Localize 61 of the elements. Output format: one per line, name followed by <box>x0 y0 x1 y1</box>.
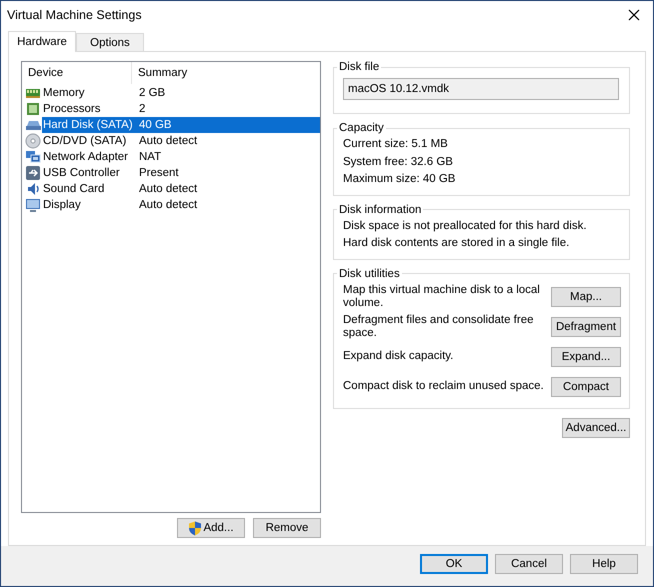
group-title: Capacity <box>339 122 384 134</box>
device-name: Memory <box>42 86 86 101</box>
device-summary: 40 GB <box>138 118 172 133</box>
action-description: Compact disk to reclaim unused space. <box>343 380 545 393</box>
action-button[interactable]: Compact <box>551 376 621 396</box>
device-row[interactable]: Hard Disk (SATA) 40 GB <box>42 117 320 133</box>
speaker-icon <box>25 181 41 197</box>
file-name-field[interactable]: macOS 10.12.vmdk <box>343 78 619 100</box>
dialog-button[interactable]: OK <box>420 554 488 574</box>
tab[interactable]: Hardware <box>8 31 76 52</box>
device-summary: 2 <box>138 102 146 117</box>
device-name: Processors <box>42 102 102 117</box>
device-row[interactable]: USB Controller Present <box>42 165 320 181</box>
action-button[interactable]: Map... <box>551 286 621 306</box>
close-icon[interactable] <box>628 9 640 21</box>
action-description: Expand disk capacity. <box>343 350 454 363</box>
disc-icon <box>25 133 41 149</box>
device-name: Sound Card <box>42 182 106 197</box>
capacity-text: System free: 32.6 GB <box>343 154 454 170</box>
device-name: USB Controller <box>42 166 121 181</box>
device-name: Display <box>42 198 82 213</box>
device-summary: Present <box>138 166 179 181</box>
capacity-text: Maximum size: 40 GB <box>343 172 456 187</box>
window-title: Virtual Machine Settings <box>7 8 142 22</box>
action-button[interactable]: Defragment <box>551 316 621 336</box>
chip-icon <box>25 101 41 117</box>
dialog-button[interactable]: Help <box>570 554 638 574</box>
group-title: Disk information <box>339 204 422 216</box>
device-row[interactable]: Memory 2 GB <box>42 85 320 101</box>
network-icon <box>25 149 41 165</box>
device-summary: NAT <box>138 150 162 165</box>
device-summary: Auto detect <box>138 134 198 149</box>
device-row[interactable]: Display Auto detect <box>42 197 320 213</box>
column-header[interactable]: Device <box>22 62 132 84</box>
action-description: Map this virtual machine disk to a local volume. <box>343 284 541 310</box>
device-row[interactable]: CD/DVD (SATA) Auto detect <box>42 133 320 149</box>
device-row[interactable]: Processors 2 <box>42 101 320 117</box>
capacity-text: Current size: 5.1 MB <box>343 137 449 152</box>
device-name: CD/DVD (SATA) <box>42 134 128 149</box>
device-summary: Auto detect <box>138 198 198 213</box>
action-button[interactable]: Expand... <box>551 346 621 366</box>
monitor-icon <box>25 197 41 213</box>
group-title: Disk file <box>339 61 380 73</box>
device-row[interactable]: Sound Card Auto detect <box>42 181 320 197</box>
info-text: Hard disk contents are stored in a single file. <box>343 236 570 251</box>
device-name: Hard Disk (SATA) <box>42 118 134 133</box>
column-header[interactable]: Summary <box>132 62 188 84</box>
usb-icon <box>25 165 41 181</box>
dialog-button[interactable]: Cancel <box>495 554 563 574</box>
device-name: Network Adapter <box>42 150 130 165</box>
add-button[interactable]: Add... <box>177 518 245 538</box>
action-description: Defragment files and consolidate free space. <box>343 314 534 340</box>
advanced-button[interactable]: Advanced... <box>562 418 630 438</box>
device-summary: Auto detect <box>138 182 198 197</box>
tab[interactable]: Options <box>76 33 144 51</box>
shield-icon <box>188 520 202 536</box>
device-row[interactable]: Network Adapter NAT <box>42 149 320 165</box>
remove-button[interactable]: Remove <box>253 518 321 538</box>
info-text: Disk space is not preallocated for this hard disk. <box>343 218 588 234</box>
group-title: Disk utilities <box>339 268 400 280</box>
device-summary: 2 GB <box>138 86 166 101</box>
